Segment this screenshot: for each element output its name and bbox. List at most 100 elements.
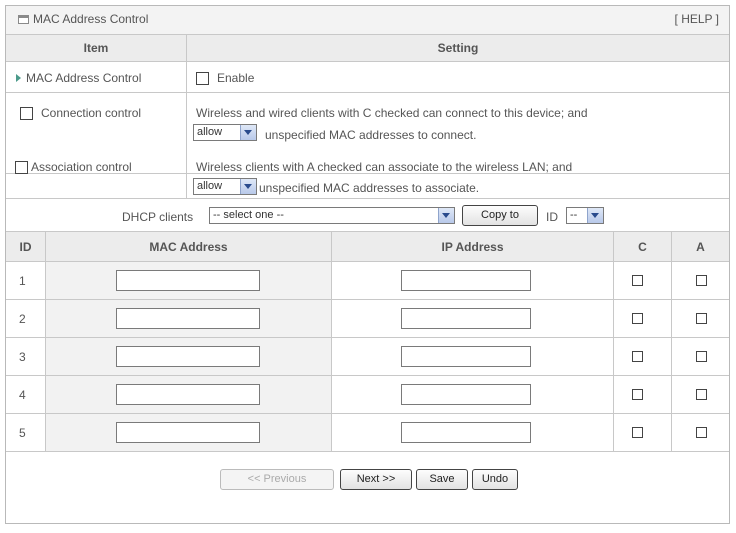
- mac-address-input[interactable]: [116, 422, 260, 443]
- associate-checkbox[interactable]: [696, 275, 707, 286]
- c-checkbox-cell: [614, 262, 672, 300]
- col-header-a-label: A: [696, 239, 705, 254]
- mac-address-cell: [46, 300, 332, 338]
- mac-address-cell: [46, 414, 332, 452]
- row-id-cell: 1: [6, 262, 46, 300]
- c-checkbox-cell: [614, 414, 672, 452]
- connection-policy-select[interactable]: allow: [193, 124, 257, 141]
- ip-address-input[interactable]: [401, 308, 531, 329]
- association-policy-select[interactable]: allow: [193, 178, 257, 195]
- ip-address-cell: [332, 262, 614, 300]
- panel-icon: [18, 15, 29, 24]
- item-header-label: Item: [83, 41, 109, 55]
- row-id-cell: 5: [6, 414, 46, 452]
- chevron-down-icon: [240, 179, 256, 194]
- connection-control-checkbox[interactable]: [20, 107, 33, 120]
- a-checkbox-cell: [672, 414, 729, 452]
- footer-row: << Previous Next >> Save Undo: [6, 456, 729, 523]
- association-item-cell: Association control: [6, 146, 187, 199]
- enable-checkbox[interactable]: [196, 72, 209, 85]
- row-id: 4: [19, 388, 26, 402]
- a-checkbox-cell: [672, 262, 729, 300]
- connect-checkbox[interactable]: [632, 275, 643, 286]
- undo-button[interactable]: Undo: [472, 469, 518, 490]
- col-header-id-label: ID: [19, 239, 32, 254]
- a-checkbox-cell: [672, 338, 729, 376]
- association-control-label: Association control: [31, 160, 132, 174]
- c-checkbox-cell: [614, 376, 672, 414]
- chevron-down-icon: [438, 208, 454, 223]
- associate-checkbox[interactable]: [696, 389, 707, 400]
- enable-label: Enable: [217, 71, 255, 85]
- associate-checkbox[interactable]: [696, 427, 707, 438]
- col-header-c-label: C: [638, 239, 647, 254]
- chevron-down-icon: [240, 125, 256, 140]
- connection-control-label: Connection control: [41, 106, 142, 120]
- item-header: Item: [6, 35, 187, 62]
- dhcp-clients-label: DHCP clients: [122, 210, 194, 224]
- connection-policy-value: allow: [197, 126, 223, 138]
- row-id-cell: 3: [6, 338, 46, 376]
- dhcp-row: DHCP clients -- select one -- Copy to ID…: [6, 199, 729, 232]
- row-id: 5: [19, 426, 26, 440]
- col-header-mac-label: MAC Address: [149, 239, 228, 254]
- ip-address-input[interactable]: [401, 422, 531, 443]
- association-policy-value: allow: [197, 180, 223, 192]
- row-id: 3: [19, 350, 26, 364]
- col-header-a: A: [672, 232, 729, 262]
- col-header-ip: IP Address: [332, 232, 614, 262]
- dhcp-clients-value: -- select one --: [213, 209, 284, 221]
- col-header-id: ID: [6, 232, 46, 262]
- panel-title: MAC Address Control: [33, 12, 149, 26]
- arrow-bullet-icon: [16, 74, 21, 82]
- mac-address-cell: [46, 262, 332, 300]
- connect-checkbox[interactable]: [632, 351, 643, 362]
- dhcp-clients-select[interactable]: -- select one --: [209, 207, 455, 224]
- previous-button[interactable]: << Previous: [220, 469, 334, 490]
- ip-address-input[interactable]: [401, 346, 531, 367]
- chevron-down-icon: [587, 208, 603, 223]
- copy-to-button[interactable]: Copy to: [462, 205, 538, 226]
- a-checkbox-cell: [672, 376, 729, 414]
- panel-titlebar: MAC Address Control [ HELP ]: [6, 6, 729, 35]
- row-id-cell: 4: [6, 376, 46, 414]
- col-header-mac: MAC Address: [46, 232, 332, 262]
- c-checkbox-cell: [614, 338, 672, 376]
- connection-description: Wireless and wired clients with C checke…: [196, 106, 588, 120]
- ip-address-cell: [332, 414, 614, 452]
- mac-address-input[interactable]: [116, 270, 260, 291]
- c-checkbox-cell: [614, 300, 672, 338]
- mac-control-item-cell: MAC Address Control: [6, 62, 187, 93]
- row-id-cell: 2: [6, 300, 46, 338]
- ip-address-cell: [332, 300, 614, 338]
- id-select[interactable]: --: [566, 207, 604, 224]
- ip-address-cell: [332, 338, 614, 376]
- associate-checkbox[interactable]: [696, 313, 707, 324]
- association-control-checkbox[interactable]: [15, 161, 28, 174]
- a-checkbox-cell: [672, 300, 729, 338]
- save-button[interactable]: Save: [416, 469, 468, 490]
- connect-checkbox[interactable]: [632, 389, 643, 400]
- mac-address-input[interactable]: [116, 384, 260, 405]
- mac-address-cell: [46, 338, 332, 376]
- mac-address-input[interactable]: [116, 346, 260, 367]
- ip-address-input[interactable]: [401, 384, 531, 405]
- mac-control-panel: MAC Address Control [ HELP ] Item Settin…: [5, 5, 730, 524]
- col-header-c: C: [614, 232, 672, 262]
- association-setting-cell: Wireless clients with A checked can asso…: [187, 146, 729, 199]
- mac-address-input[interactable]: [116, 308, 260, 329]
- associate-checkbox[interactable]: [696, 351, 707, 362]
- ip-address-input[interactable]: [401, 270, 531, 291]
- connect-checkbox[interactable]: [632, 313, 643, 324]
- mac-control-setting-cell: Enable: [187, 62, 729, 93]
- ip-address-cell: [332, 376, 614, 414]
- connect-checkbox[interactable]: [632, 427, 643, 438]
- next-button[interactable]: Next >>: [340, 469, 412, 490]
- help-link[interactable]: [ HELP ]: [675, 12, 719, 26]
- connection-description-tail: unspecified MAC addresses to connect.: [265, 128, 477, 142]
- row-id: 2: [19, 312, 26, 326]
- col-header-ip-label: IP Address: [441, 239, 504, 254]
- association-description-tail: unspecified MAC addresses to associate.: [259, 181, 480, 195]
- id-select-value: --: [570, 209, 578, 221]
- setting-header-label: Setting: [437, 41, 479, 55]
